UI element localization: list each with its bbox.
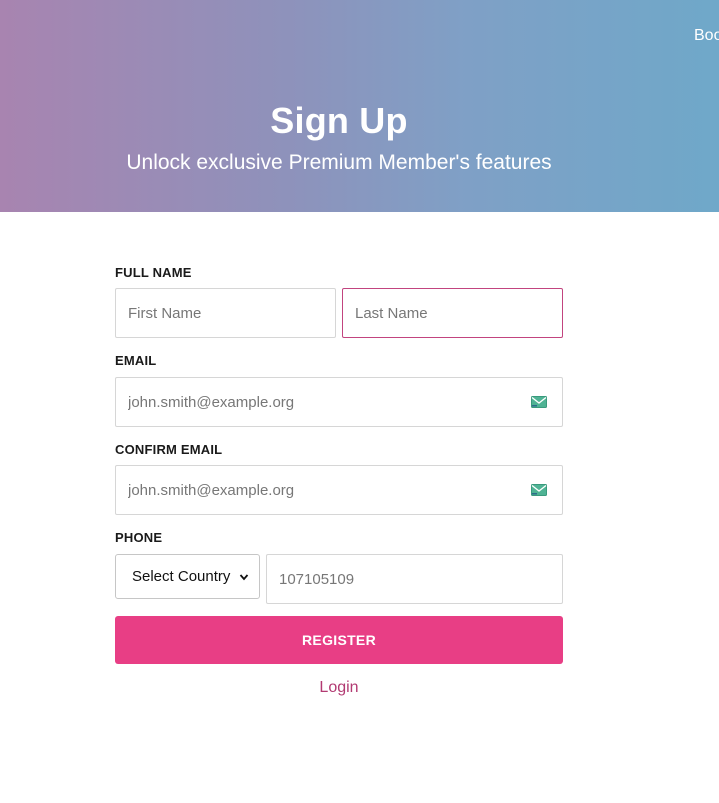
country-select-value: Select Country — [132, 568, 231, 585]
confirm-email-input[interactable] — [115, 465, 563, 515]
country-select[interactable]: Select Country — [115, 554, 260, 599]
hero-banner: Boo Sign Up Unlock exclusive Premium Mem… — [0, 0, 719, 212]
phone-label: PHONE — [115, 530, 163, 545]
page-subtitle: Unlock exclusive Premium Member's featur… — [126, 151, 552, 174]
full-name-label: FULL NAME — [115, 265, 192, 280]
phone-input[interactable] — [266, 554, 563, 604]
login-link[interactable]: Login — [115, 679, 563, 697]
nav-link-book[interactable]: Boo — [694, 27, 719, 45]
register-button[interactable]: REGISTER — [115, 616, 563, 664]
envelope-icon — [531, 396, 547, 408]
email-input[interactable] — [115, 377, 563, 427]
last-name-input[interactable] — [342, 288, 563, 338]
envelope-icon — [531, 484, 547, 496]
first-name-input[interactable] — [115, 288, 336, 338]
confirm-email-label: CONFIRM EMAIL — [115, 442, 223, 457]
chevron-down-icon — [239, 573, 249, 580]
page-title: Sign Up — [270, 100, 408, 141]
email-label: EMAIL — [115, 353, 157, 368]
